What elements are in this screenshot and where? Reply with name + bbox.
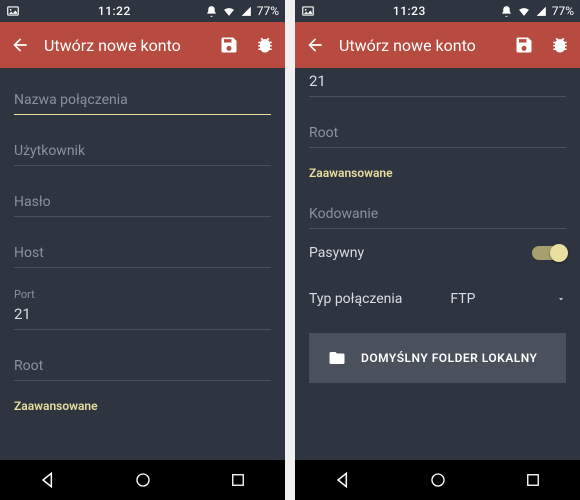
navbar xyxy=(0,460,285,500)
save-icon[interactable] xyxy=(512,33,536,57)
field-placeholder: Hasło xyxy=(14,194,271,210)
default-local-folder-button[interactable]: DOMYŚLNY FOLDER LOKALNY xyxy=(309,333,566,383)
image-icon xyxy=(301,4,319,18)
user-field[interactable]: Użytkownik xyxy=(14,129,271,166)
toolbar-title: Utwórz nowe konto xyxy=(44,36,205,55)
field-value: 21 xyxy=(14,305,271,323)
form-content: Nazwa połączenia Użytkownik Hasło Host P… xyxy=(0,68,285,460)
toggle-label: Pasywny xyxy=(309,245,364,261)
field-placeholder: Użytkownik xyxy=(14,143,271,159)
button-label: DOMYŚLNY FOLDER LOKALNY xyxy=(361,351,537,365)
toggle-knob xyxy=(550,244,568,262)
screen-right: 11:23 77% Utwórz nowe konto 21 Root Zaaw… xyxy=(295,0,580,500)
signal-icon xyxy=(240,5,253,18)
nav-back-icon[interactable] xyxy=(37,469,59,491)
advanced-section-header: Zaawansowane xyxy=(14,381,271,419)
nav-recent-icon[interactable] xyxy=(522,469,544,491)
field-placeholder: Kodowanie xyxy=(309,206,566,222)
field-label: Port xyxy=(14,288,271,301)
bug-icon[interactable] xyxy=(548,33,572,57)
advanced-section-header: Zaawansowane xyxy=(309,148,566,186)
select-value: FTP xyxy=(450,291,556,307)
screen-left: 11:22 77% Utwórz nowe konto Nazwa połącz… xyxy=(0,0,285,500)
host-field[interactable]: Host xyxy=(14,231,271,268)
bell-icon xyxy=(205,5,218,18)
dropdown-caret-icon xyxy=(556,294,566,304)
bug-icon[interactable] xyxy=(253,33,277,57)
nav-recent-icon[interactable] xyxy=(227,469,249,491)
toolbar: Utwórz nowe konto xyxy=(295,22,580,68)
wifi-icon xyxy=(222,5,236,18)
image-icon xyxy=(6,4,24,18)
statusbar: 11:23 77% xyxy=(295,0,580,22)
connection-type-select[interactable]: Typ połączenia FTP xyxy=(309,277,566,325)
signal-icon xyxy=(535,5,548,18)
statusbar: 11:22 77% xyxy=(0,0,285,22)
nav-home-icon[interactable] xyxy=(132,469,154,491)
save-icon[interactable] xyxy=(217,33,241,57)
field-placeholder: Nazwa połączenia xyxy=(14,92,271,108)
form-content: 21 Root Zaawansowane Kodowanie Pasywny T… xyxy=(295,68,580,460)
password-field[interactable]: Hasło xyxy=(14,180,271,217)
port-field[interactable]: 21 xyxy=(309,78,566,97)
nav-back-icon[interactable] xyxy=(332,469,354,491)
toolbar: Utwórz nowe konto xyxy=(0,22,285,68)
encoding-field[interactable]: Kodowanie xyxy=(309,192,566,229)
back-arrow-icon[interactable] xyxy=(303,33,327,57)
passive-toggle[interactable] xyxy=(532,246,566,260)
back-arrow-icon[interactable] xyxy=(8,33,32,57)
bell-icon xyxy=(500,5,513,18)
root-field[interactable]: Root xyxy=(14,344,271,381)
battery-text: 77% xyxy=(552,4,574,18)
field-value: 21 xyxy=(309,72,566,90)
clock: 11:22 xyxy=(24,4,205,18)
select-label: Typ połączenia xyxy=(309,291,450,307)
field-placeholder: Root xyxy=(309,125,566,141)
battery-text: 77% xyxy=(257,4,279,18)
wifi-icon xyxy=(517,5,531,18)
navbar xyxy=(295,460,580,500)
connection-name-field[interactable]: Nazwa połączenia xyxy=(14,78,271,115)
root-field[interactable]: Root xyxy=(309,111,566,148)
toolbar-title: Utwórz nowe konto xyxy=(339,36,500,55)
field-placeholder: Host xyxy=(14,245,271,261)
clock: 11:23 xyxy=(319,4,500,18)
passive-toggle-row[interactable]: Pasywny xyxy=(309,229,566,277)
port-field[interactable]: Port 21 xyxy=(14,274,271,330)
nav-home-icon[interactable] xyxy=(427,469,449,491)
folder-icon xyxy=(327,349,347,367)
field-placeholder: Root xyxy=(14,358,271,374)
